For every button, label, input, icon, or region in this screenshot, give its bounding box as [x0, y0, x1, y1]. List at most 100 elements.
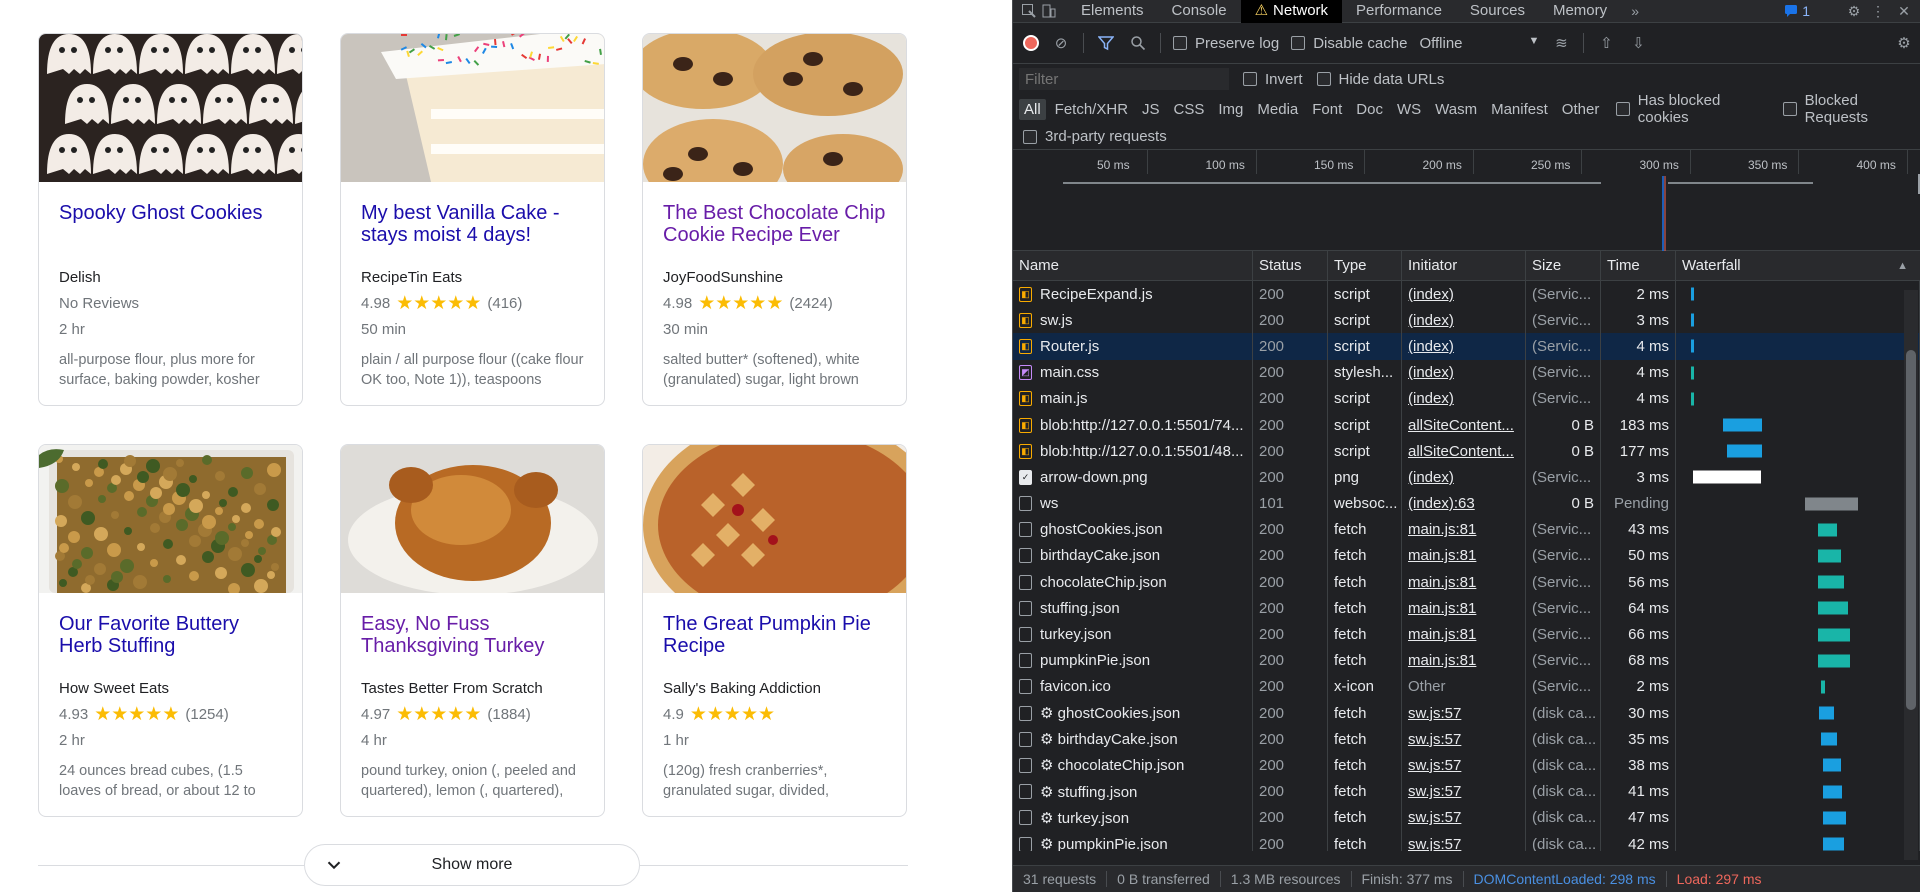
recipe-card[interactable]: Easy, No Fuss Thanksgiving Turkey Tastes…	[340, 444, 605, 817]
request-initiator[interactable]: allSiteContent...	[1402, 411, 1526, 439]
type-filter-other[interactable]: Other	[1557, 99, 1605, 120]
request-initiator[interactable]: main.js:81	[1402, 542, 1526, 570]
export-har-icon[interactable]: ⇩	[1628, 33, 1648, 53]
request-waterfall[interactable]	[1676, 333, 1920, 360]
request-waterfall[interactable]	[1676, 778, 1920, 805]
request-row[interactable]: ◧ Router.js 200 script (index) (Servic...…	[1013, 333, 1920, 360]
disable-cache-checkbox[interactable]: Disable cache	[1291, 35, 1407, 52]
show-more-button[interactable]: Show more	[304, 844, 640, 886]
request-row[interactable]: turkey.json 200 fetch main.js:81 (Servic…	[1013, 621, 1920, 648]
filter-input[interactable]	[1019, 68, 1229, 90]
col-waterfall[interactable]: Waterfall ▲	[1676, 251, 1920, 280]
request-name[interactable]: birthdayCake.json	[1013, 542, 1253, 570]
request-row[interactable]: ◧ RecipeExpand.js 200 script (index) (Ser…	[1013, 281, 1920, 308]
request-waterfall[interactable]	[1676, 673, 1920, 700]
request-name[interactable]: chocolateChip.json	[1013, 569, 1253, 596]
request-name[interactable]: ⚙ birthdayCake.json	[1013, 726, 1253, 753]
request-row[interactable]: ws 101 websoc... (index):63 0 B Pending	[1013, 490, 1920, 517]
request-initiator[interactable]: main.js:81	[1402, 621, 1526, 648]
col-status[interactable]: Status	[1253, 251, 1328, 280]
request-waterfall[interactable]	[1676, 804, 1920, 831]
network-conditions-icon[interactable]: ≋	[1551, 33, 1571, 53]
request-row[interactable]: ◧ blob:http://127.0.0.1:5501/48... 200 sc…	[1013, 438, 1920, 465]
type-filter-doc[interactable]: Doc	[1351, 99, 1388, 120]
request-waterfall[interactable]	[1676, 359, 1920, 386]
request-initiator[interactable]: main.js:81	[1402, 595, 1526, 622]
request-initiator[interactable]: (index)	[1402, 464, 1526, 491]
request-name[interactable]: ⚙ chocolateChip.json	[1013, 752, 1253, 779]
request-waterfall[interactable]	[1676, 647, 1920, 674]
col-type[interactable]: Type	[1328, 251, 1402, 280]
col-initiator[interactable]: Initiator	[1402, 251, 1526, 280]
filter-icon[interactable]	[1096, 33, 1116, 53]
blocked-requests-checkbox[interactable]: Blocked Requests	[1783, 92, 1920, 126]
recipe-title-link[interactable]: The Great Pumpkin Pie Recipe	[663, 613, 886, 679]
hide-data-urls-checkbox[interactable]: Hide data URLs	[1316, 71, 1444, 88]
request-row[interactable]: ⚙ birthdayCake.json 200 fetch sw.js:57 (…	[1013, 726, 1920, 753]
request-name[interactable]: ⚙ turkey.json	[1013, 804, 1253, 831]
request-waterfall[interactable]	[1676, 752, 1920, 779]
request-row[interactable]: ◧ main.js 200 script (index) (Servic... 4…	[1013, 385, 1920, 412]
request-initiator[interactable]: sw.js:57	[1402, 830, 1526, 851]
scrollbar-thumb[interactable]	[1906, 350, 1916, 710]
request-row[interactable]: chocolateChip.json 200 fetch main.js:81 …	[1013, 569, 1920, 596]
more-options-icon[interactable]: ⋮	[1868, 1, 1888, 21]
request-row[interactable]: ghostCookies.json 200 fetch main.js:81 (…	[1013, 516, 1920, 543]
recipe-card[interactable]: Our Favorite Buttery Herb Stuffing How S…	[38, 444, 303, 817]
request-waterfall[interactable]	[1676, 726, 1920, 753]
request-waterfall[interactable]	[1676, 307, 1920, 334]
recipe-image[interactable]	[341, 34, 604, 182]
request-row[interactable]: pumpkinPie.json 200 fetch main.js:81 (Se…	[1013, 647, 1920, 674]
recipe-title-link[interactable]: The Best Chocolate Chip Cookie Recipe Ev…	[663, 202, 886, 268]
tab-elements[interactable]: Elements	[1067, 0, 1158, 23]
search-icon[interactable]	[1128, 33, 1148, 53]
type-filter-wasm[interactable]: Wasm	[1430, 99, 1482, 120]
record-icon[interactable]	[1023, 35, 1039, 51]
request-row[interactable]: favicon.ico 200 x-icon Other (Servic... …	[1013, 673, 1920, 700]
request-waterfall[interactable]	[1676, 700, 1920, 727]
inspect-element-icon[interactable]	[1019, 1, 1039, 21]
timeline-overview[interactable]: 50 ms 100 ms 150 ms 200 ms 250 ms 300 ms 350 m…	[1013, 150, 1920, 251]
request-row[interactable]: ⚙ ghostCookies.json 200 fetch sw.js:57 (…	[1013, 700, 1920, 727]
recipe-image[interactable]	[39, 34, 302, 182]
request-name[interactable]: ghostCookies.json	[1013, 516, 1253, 543]
recipe-title-link[interactable]: My best Vanilla Cake - stays moist 4 day…	[361, 202, 584, 268]
request-initiator[interactable]: main.js:81	[1402, 647, 1526, 674]
type-filter-manifest[interactable]: Manifest	[1486, 99, 1553, 120]
invert-checkbox[interactable]: Invert	[1243, 71, 1303, 88]
request-name[interactable]: ◧ blob:http://127.0.0.1:5501/74...	[1013, 411, 1253, 439]
request-waterfall[interactable]	[1676, 621, 1920, 648]
col-size[interactable]: Size	[1526, 251, 1601, 280]
request-name[interactable]: ◧ Router.js	[1013, 333, 1253, 360]
request-waterfall[interactable]	[1676, 516, 1920, 543]
request-name[interactable]: ws	[1013, 490, 1253, 517]
issues-badge[interactable]: 1	[1784, 1, 1810, 21]
request-name[interactable]: ◧ blob:http://127.0.0.1:5501/48...	[1013, 438, 1253, 465]
type-filter-all[interactable]: All	[1019, 98, 1046, 120]
import-har-icon[interactable]: ⇧	[1596, 33, 1616, 53]
recipe-title-link[interactable]: Spooky Ghost Cookies	[59, 202, 282, 268]
request-name[interactable]: ⚙ pumpkinPie.json	[1013, 830, 1253, 851]
tab-memory[interactable]: Memory	[1539, 0, 1621, 23]
request-waterfall[interactable]	[1676, 438, 1920, 465]
request-name[interactable]: ◩ main.css	[1013, 359, 1253, 386]
tab-network[interactable]: ⚠ Network	[1240, 0, 1343, 23]
request-name[interactable]: ⚙ ghostCookies.json	[1013, 700, 1253, 727]
recipe-card[interactable]: The Great Pumpkin Pie Recipe Sally's Bak…	[642, 444, 907, 817]
type-filter-font[interactable]: Font	[1307, 99, 1347, 120]
request-name[interactable]: ⚙ stuffing.json	[1013, 778, 1253, 805]
request-row[interactable]: birthdayCake.json 200 fetch main.js:81 (…	[1013, 542, 1920, 570]
request-waterfall[interactable]	[1676, 411, 1920, 439]
recipe-card[interactable]: My best Vanilla Cake - stays moist 4 day…	[340, 33, 605, 406]
settings-gear-icon[interactable]: ⚙	[1844, 1, 1864, 21]
tab-performance[interactable]: Performance	[1342, 0, 1456, 23]
close-devtools-icon[interactable]: ✕	[1894, 1, 1914, 21]
request-row[interactable]: ⚙ turkey.json 200 fetch sw.js:57 (disk c…	[1013, 804, 1920, 831]
request-waterfall[interactable]	[1676, 464, 1920, 491]
col-name[interactable]: Name	[1013, 251, 1253, 280]
device-toolbar-icon[interactable]	[1039, 1, 1059, 21]
request-row[interactable]: ⚙ stuffing.json 200 fetch sw.js:57 (disk…	[1013, 778, 1920, 805]
request-initiator[interactable]: (index):63	[1402, 490, 1526, 517]
recipe-title-link[interactable]: Our Favorite Buttery Herb Stuffing	[59, 613, 282, 679]
request-waterfall[interactable]	[1676, 385, 1920, 412]
